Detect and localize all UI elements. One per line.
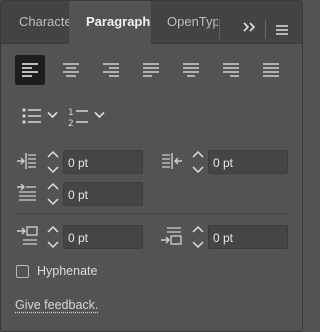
space-after-icon: [159, 225, 183, 252]
space-before-icon: [15, 225, 39, 252]
justify-last-right-button[interactable]: [216, 55, 246, 85]
left-indent-field[interactable]: 0 pt: [63, 150, 143, 174]
tab-opentype[interactable]: OpenTyp: [167, 0, 218, 34]
justify-last-center-icon: [183, 63, 199, 77]
bulleted-list-icon: [22, 108, 41, 124]
justify-last-center-button[interactable]: [176, 55, 206, 85]
space-after-stepper[interactable]: [191, 224, 205, 250]
svg-text:2: 2: [68, 119, 74, 129]
right-indent-stepper[interactable]: [191, 149, 205, 175]
numbered-list-dropdown[interactable]: 12: [68, 105, 108, 129]
justify-last-left-button[interactable]: [136, 55, 166, 85]
align-center-icon: [63, 63, 79, 77]
tab-character[interactable]: Characte: [19, 0, 69, 34]
chevron-down-icon: [47, 111, 58, 119]
hyphenate-label: Hyphenate: [37, 264, 98, 278]
align-right-icon: [103, 63, 119, 77]
hamburger-menu-icon[interactable]: [275, 23, 289, 41]
justify-last-left-icon: [143, 63, 159, 77]
svg-text:1: 1: [68, 108, 74, 118]
justify-last-right-icon: [223, 63, 239, 77]
first-line-indent-icon: [15, 182, 37, 209]
right-indent-field[interactable]: 0 pt: [208, 150, 288, 174]
first-line-indent-stepper[interactable]: [46, 181, 60, 207]
right-indent-icon: [161, 151, 183, 176]
first-line-indent-field[interactable]: 0 pt: [63, 182, 143, 206]
align-center-button[interactable]: [56, 55, 86, 85]
space-after-field[interactable]: 0 pt: [208, 225, 288, 249]
tab-divider: [219, 19, 220, 39]
bulleted-list-dropdown[interactable]: [21, 105, 61, 129]
left-indent-icon: [15, 151, 37, 176]
justify-all-icon: [263, 63, 279, 77]
tab-paragraph[interactable]: Paragraph: [69, 1, 151, 44]
align-right-button[interactable]: [96, 55, 126, 85]
section-divider: [13, 213, 291, 214]
space-before-field[interactable]: 0 pt: [63, 225, 143, 249]
tab-paragraph-label: Paragraph: [86, 14, 151, 29]
align-left-button[interactable]: [15, 55, 45, 85]
space-before-stepper[interactable]: [46, 224, 60, 250]
hyphenate-checkbox[interactable]: [16, 265, 29, 278]
tab-bar: Characte Paragraph OpenTyp: [1, 1, 302, 44]
paragraph-panel: Characte Paragraph OpenTyp 1 2 0 pt 0 pt…: [0, 0, 303, 332]
toolbar-divider: [265, 20, 266, 39]
left-indent-stepper[interactable]: [46, 149, 60, 175]
give-feedback-link[interactable]: Give feedback.: [15, 298, 98, 312]
numbered-list-icon: 12: [68, 108, 88, 129]
align-left-icon: [22, 63, 38, 77]
sort-arrows-icon: [74, 23, 82, 44]
justify-all-button[interactable]: [256, 55, 286, 85]
double-chevron-right-icon[interactable]: [243, 20, 257, 38]
chevron-down-icon: [94, 111, 105, 119]
